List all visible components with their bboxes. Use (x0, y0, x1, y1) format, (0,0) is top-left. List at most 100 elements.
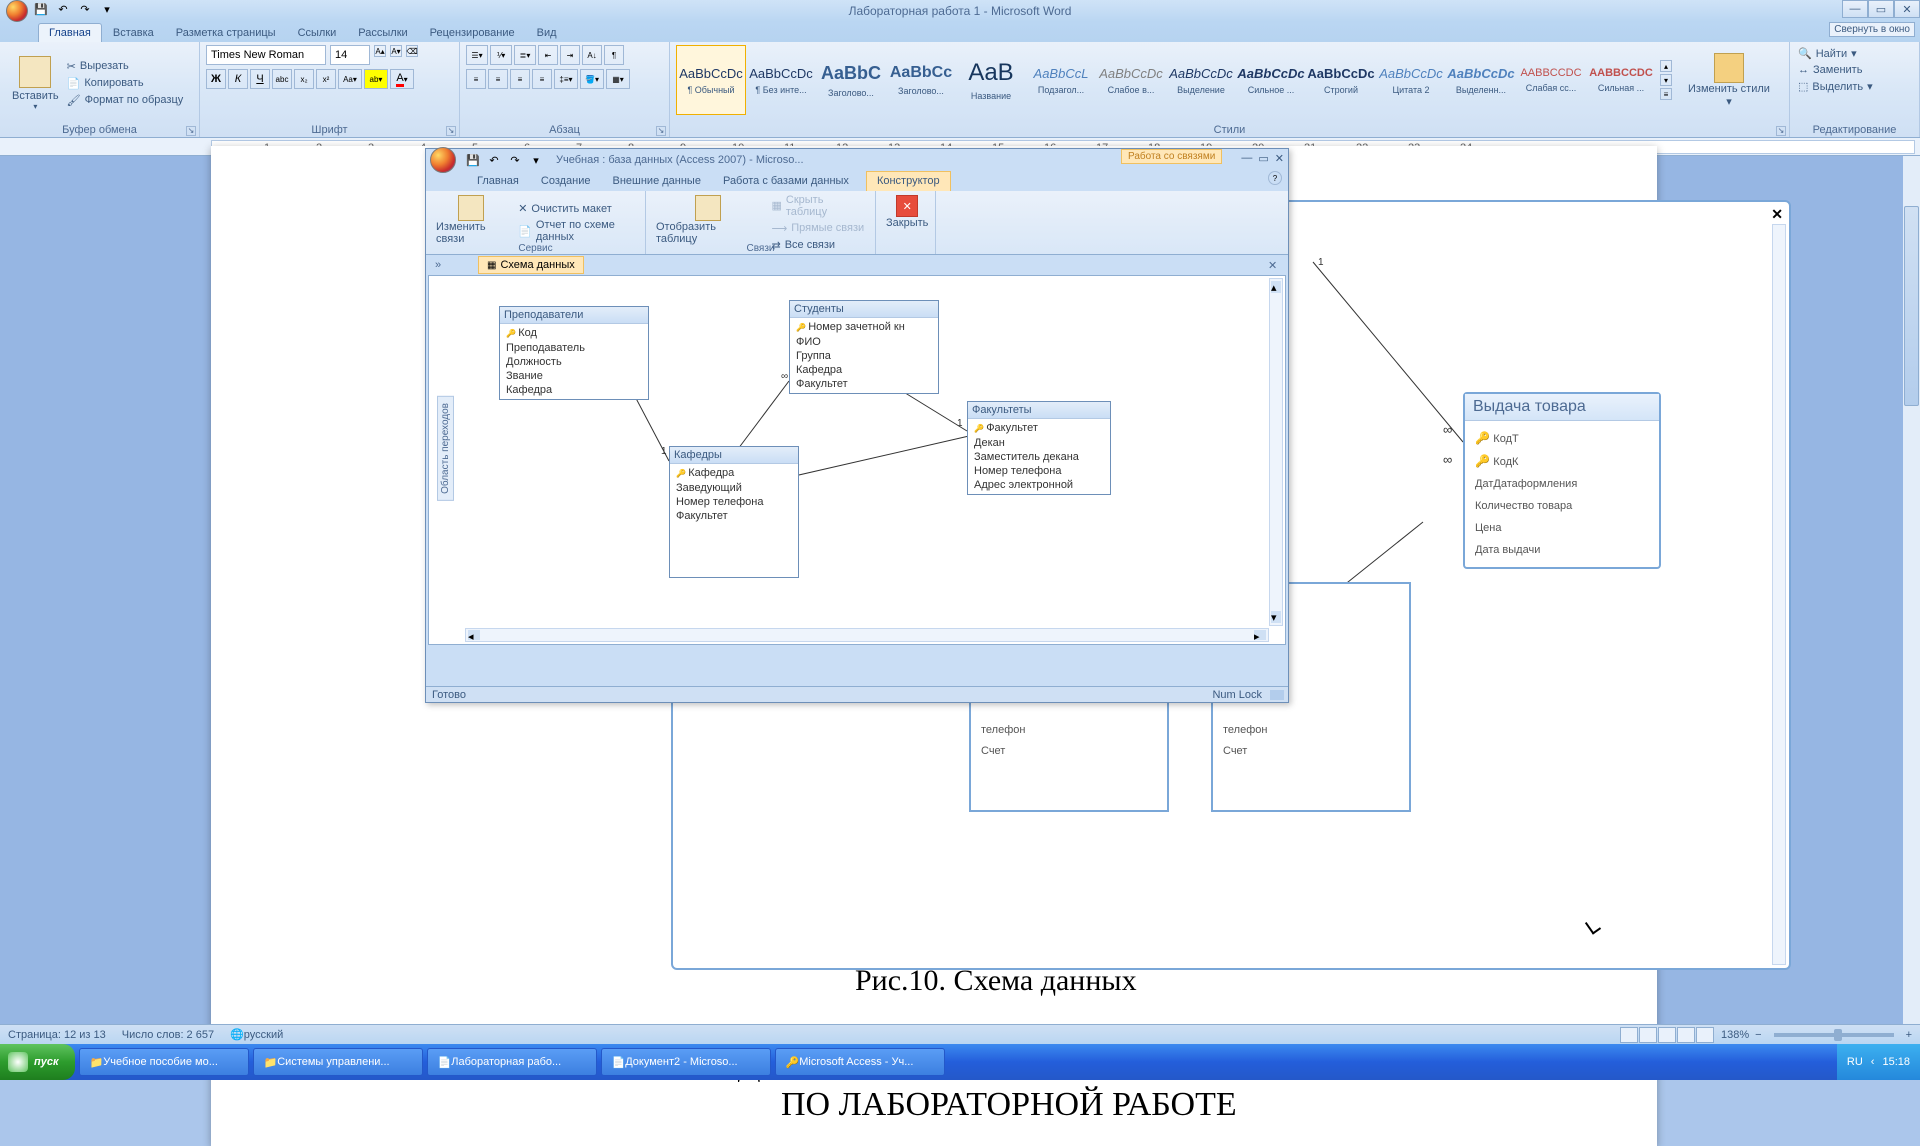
access-tab-home[interactable]: Главная (466, 171, 530, 191)
format-painter-button[interactable]: 🖌 Формат по образцу (65, 92, 186, 109)
access-help-icon[interactable]: ? (1268, 171, 1282, 185)
table-row[interactable]: Звание (506, 369, 642, 383)
borders-button[interactable]: ▦▾ (606, 69, 630, 89)
table-row[interactable]: Должность (506, 355, 642, 369)
bullets-button[interactable]: ☰▾ (466, 45, 488, 65)
access-tab-create[interactable]: Создание (530, 171, 602, 191)
view-buttons[interactable] (1620, 1027, 1715, 1043)
line-spacing-button[interactable]: ‡≡▾ (554, 69, 578, 89)
change-styles-button[interactable]: Изменить стили▾ (1682, 45, 1776, 115)
style-item[interactable]: AaBbCЗаголово... (816, 45, 886, 115)
access-undo-icon[interactable]: ↶ (485, 151, 503, 169)
table-row[interactable]: Код (506, 326, 642, 341)
select-button[interactable]: ⬚ Выделить ▾ (1796, 78, 1913, 95)
table-row[interactable]: Заместитель декана (974, 450, 1104, 464)
status-zoom[interactable]: 138% (1721, 1029, 1749, 1041)
style-item[interactable]: AaBbCcDcСлабое в... (1096, 45, 1166, 115)
shading-button[interactable]: 🪣▾ (580, 69, 604, 89)
qat-save-icon[interactable]: 💾 (32, 0, 50, 18)
style-item[interactable]: AaBbCcDc¶ Без инте... (746, 45, 816, 115)
schema-canvas[interactable]: Область переходов ∞ 1 ∞ 1 ∞ 1 ∞ Преподав… (428, 275, 1286, 645)
table-row[interactable]: Преподаватель (506, 341, 642, 355)
clear-format-button[interactable]: ⌫ (406, 45, 418, 57)
style-item[interactable]: AaBbCcЗаголово... (886, 45, 956, 115)
font-color-button[interactable]: A▾ (390, 69, 414, 89)
underline-button[interactable]: Ч (250, 69, 270, 89)
status-lang[interactable]: русский (244, 1029, 283, 1041)
access-restore-button[interactable]: ▭ (1258, 152, 1268, 165)
tray-lang[interactable]: RU (1847, 1056, 1863, 1068)
relationship-report-button[interactable]: 📄 Отчет по схеме данных (516, 217, 639, 245)
taskbar-button[interactable]: 📄 Лабораторная рабо... (427, 1048, 597, 1076)
zoom-out-icon[interactable]: − (1755, 1029, 1761, 1041)
nav-pane-expand-icon[interactable]: » (426, 259, 450, 271)
taskbar-button[interactable]: 📄 Документ2 - Microso... (601, 1048, 771, 1076)
style-item[interactable]: AaBbCcDcСтрогий (1306, 45, 1376, 115)
tab-mailings[interactable]: Рассылки (347, 23, 418, 42)
clear-layout-button[interactable]: ✕ Очистить макет (516, 200, 639, 217)
status-page[interactable]: Страница: 12 из 13 (8, 1029, 106, 1041)
table-students-header[interactable]: Студенты (790, 301, 938, 318)
table-row[interactable]: Факультет (974, 421, 1104, 436)
gallery-more-icon[interactable]: ≡ (1660, 88, 1672, 100)
align-right-button[interactable]: ≡ (510, 69, 530, 89)
table-row[interactable]: Номер телефона (676, 495, 792, 509)
zoom-in-icon[interactable]: + (1906, 1029, 1912, 1041)
schema-close-icon[interactable]: ✕ (1268, 259, 1282, 272)
qat-undo-icon[interactable]: ↶ (54, 0, 72, 18)
table-row[interactable]: Номер телефона (974, 464, 1104, 478)
resize-grip-icon[interactable] (1270, 690, 1284, 700)
word-restore-button[interactable]: ▭ (1868, 0, 1894, 18)
align-left-button[interactable]: ≡ (466, 69, 486, 89)
grow-font-button[interactable]: A▴ (374, 45, 386, 57)
gallery-up-icon[interactable]: ▴ (1660, 60, 1672, 72)
nav-pane-label[interactable]: Область переходов (437, 396, 454, 501)
tray-icon[interactable]: ‹ (1871, 1056, 1875, 1068)
taskbar-button[interactable]: 🔑 Microsoft Access - Уч... (775, 1048, 945, 1076)
table-teachers-header[interactable]: Преподаватели (500, 307, 648, 324)
table-row[interactable]: Факультет (676, 509, 792, 523)
table-row[interactable]: Группа (796, 349, 932, 363)
strike-button[interactable]: abc (272, 69, 292, 89)
style-item[interactable]: AaBbCcDcВыделение (1166, 45, 1236, 115)
table-departments-header[interactable]: Кафедры (670, 447, 798, 464)
clipboard-dialog-launcher[interactable]: ↘ (186, 126, 196, 136)
table-row[interactable]: Адрес электронной (974, 478, 1104, 492)
numbering-button[interactable]: ⅟▾ (490, 45, 512, 65)
diagram-close-icon[interactable]: ✕ (1771, 206, 1783, 223)
table-row[interactable]: Номер зачетной кн (796, 320, 932, 335)
tab-home[interactable]: Главная (38, 23, 102, 42)
multilevel-button[interactable]: ≣▾ (514, 45, 536, 65)
table-row[interactable]: Кафедра (676, 466, 792, 481)
minimize-to-window-button[interactable]: Свернуть в окно (1829, 22, 1915, 37)
indent-inc-button[interactable]: ⇥ (560, 45, 580, 65)
style-item[interactable]: AaBНазвание (956, 45, 1026, 115)
highlight-button[interactable]: ab▾ (364, 69, 388, 89)
styles-dialog-launcher[interactable]: ↘ (1776, 126, 1786, 136)
tab-page-layout[interactable]: Разметка страницы (165, 23, 287, 42)
change-case-button[interactable]: Aa▾ (338, 69, 362, 89)
indent-dec-button[interactable]: ⇤ (538, 45, 558, 65)
paste-button[interactable]: Вставить ▾ (6, 45, 65, 121)
diagram-scroll[interactable] (1772, 224, 1786, 965)
style-item[interactable]: AaBbCcDcВыделенн... (1446, 45, 1516, 115)
schema-hscroll[interactable]: ◂▸ (465, 628, 1269, 642)
replace-button[interactable]: ↔ Заменить (1796, 62, 1913, 78)
access-minimize-button[interactable]: — (1241, 152, 1252, 165)
start-button[interactable]: пуск (0, 1044, 75, 1080)
style-normal[interactable]: AaBbCcDc¶ Обычный (676, 45, 746, 115)
status-words[interactable]: Число слов: 2 657 (122, 1029, 214, 1041)
font-name-combo[interactable]: Times New Roman (206, 45, 326, 65)
font-size-combo[interactable]: 14 (330, 45, 370, 65)
tray-time[interactable]: 15:18 (1882, 1056, 1910, 1068)
access-tab-external[interactable]: Внешние данные (602, 171, 712, 191)
access-save-icon[interactable]: 💾 (464, 151, 482, 169)
styles-gallery[interactable]: AaBbCcDc¶ Обычный AaBbCcDc¶ Без инте... … (676, 45, 1783, 115)
style-item[interactable]: AaBbCcDcЦитата 2 (1376, 45, 1446, 115)
find-button[interactable]: 🔍 Найти ▾ (1796, 45, 1913, 62)
access-office-button[interactable] (430, 147, 456, 173)
font-dialog-launcher[interactable]: ↘ (446, 126, 456, 136)
subscript-button[interactable]: x₂ (294, 69, 314, 89)
justify-button[interactable]: ≡ (532, 69, 552, 89)
gallery-down-icon[interactable]: ▾ (1660, 74, 1672, 86)
